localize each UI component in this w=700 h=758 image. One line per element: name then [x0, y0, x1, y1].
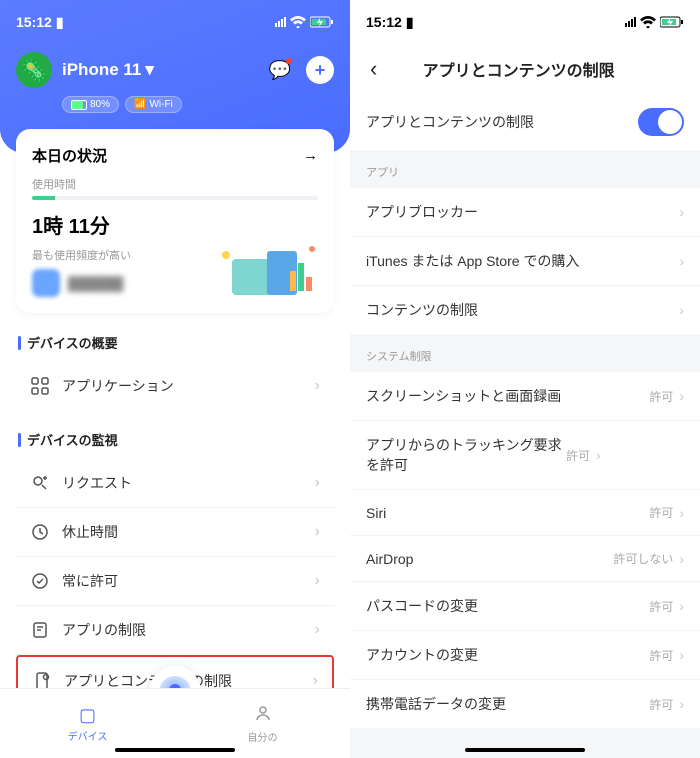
request-icon — [30, 473, 50, 493]
status-bar: 15:12 ▮ — [16, 0, 334, 44]
row-content-restrict[interactable]: コンテンツの制限 › — [350, 286, 700, 334]
apps-grid-icon — [30, 376, 50, 396]
status-time: 15:12 — [366, 14, 402, 30]
signal-icon — [625, 17, 636, 27]
device-row: 🦠 iPhone 11 ▾ 💬 + — [16, 52, 334, 88]
row-app-limits[interactable]: アプリの制限 › — [16, 606, 334, 655]
chevron-right-icon: › — [679, 302, 684, 318]
status-time: 15:12 — [16, 14, 52, 30]
row-airdrop[interactable]: AirDrop 許可しない › — [350, 536, 700, 582]
signal-icon — [275, 17, 286, 27]
row-passcode[interactable]: パスコードの変更 許可 › — [350, 582, 700, 631]
chevron-right-icon: › — [679, 647, 684, 663]
chevron-down-icon: ▾ — [145, 60, 154, 80]
chat-button[interactable]: 💬 — [266, 56, 294, 84]
notification-dot — [286, 58, 292, 64]
row-siri[interactable]: Siri 許可 › — [350, 490, 700, 536]
row-applications[interactable]: アプリケーション › — [16, 362, 334, 410]
notif-icon: ▮ — [406, 14, 414, 31]
chevron-right-icon: › — [315, 474, 320, 492]
row-app-blocker[interactable]: アプリブロッカー › — [350, 188, 700, 237]
clock-icon — [30, 522, 50, 542]
arrow-right-icon: → — [303, 147, 318, 164]
top-app-name: ██████ — [68, 276, 123, 291]
row-downtime[interactable]: 休止時間 › — [16, 508, 334, 557]
battery-icon — [310, 16, 334, 28]
row-always-allow[interactable]: 常に許可 › — [16, 557, 334, 606]
device-avatar[interactable]: 🦠 — [16, 52, 52, 88]
wifi-icon — [640, 16, 656, 28]
hourglass-icon — [30, 620, 50, 640]
battery-icon — [660, 16, 684, 28]
right-phone: 15:12 ▮ ‹ アプリとコンテンツの制限 アプリとコンテンツの制限 アプリ … — [350, 0, 700, 758]
chevron-right-icon: › — [679, 204, 684, 220]
chevron-right-icon: › — [679, 696, 684, 712]
home-indicator — [465, 748, 585, 752]
chevron-right-icon: › — [315, 572, 320, 590]
usage-time: 1時 11分 — [32, 210, 318, 239]
wifi-badge: 📶 Wi-Fi — [125, 96, 182, 113]
chevron-right-icon: › — [679, 388, 684, 404]
chevron-right-icon: › — [679, 505, 684, 521]
top-app-icon — [32, 269, 60, 297]
chevron-right-icon: › — [315, 621, 320, 639]
allow-icon — [30, 571, 50, 591]
wifi-icon — [290, 16, 306, 28]
usage-label: 使用時間 — [32, 176, 318, 192]
master-toggle[interactable] — [638, 108, 684, 136]
chevron-right-icon: › — [679, 598, 684, 614]
chevron-right-icon: › — [315, 377, 320, 395]
usage-progress — [32, 196, 318, 200]
section-monitor: デバイスの監視 — [0, 410, 350, 459]
notif-icon: ▮ — [56, 14, 64, 31]
row-tracking[interactable]: アプリからのトラッキング要求を許可 許可 › — [350, 421, 700, 490]
status-bar: 15:12 ▮ — [350, 0, 700, 44]
row-itunes[interactable]: iTunes または App Store での購入 › — [350, 237, 700, 286]
status-badges: 80% 📶 Wi-Fi — [62, 96, 334, 113]
chevron-right-icon: › — [679, 253, 684, 269]
section-system: システム制限 — [350, 334, 700, 372]
home-indicator — [115, 748, 235, 752]
device-name-dropdown[interactable]: iPhone 11 ▾ — [62, 60, 154, 80]
add-button[interactable]: + — [306, 56, 334, 84]
row-cellular[interactable]: 携帯電話データの変更 許可 › — [350, 680, 700, 728]
today-title: 本日の状況 — [32, 145, 107, 166]
row-screenshot[interactable]: スクリーンショットと画面録画 許可 › — [350, 372, 700, 421]
left-phone: 15:12 ▮ 🦠 iPhone 11 ▾ 💬 + 80% 📶 Wi-Fi 本日… — [0, 0, 350, 758]
section-apps: アプリ — [350, 150, 700, 188]
chevron-right-icon: › — [596, 447, 601, 463]
row-account[interactable]: アカウントの変更 許可 › — [350, 631, 700, 680]
battery-badge: 80% — [62, 96, 119, 113]
page-title: アプリとコンテンツの制限 — [350, 57, 688, 81]
row-master-toggle[interactable]: アプリとコンテンツの制限 — [350, 94, 700, 150]
chevron-right-icon: › — [679, 551, 684, 567]
illustration — [212, 241, 322, 301]
chevron-right-icon: › — [315, 523, 320, 541]
today-card[interactable]: 本日の状況 → 使用時間 1時 11分 最も使用頻度が高い ██████ — [16, 129, 334, 313]
person-icon — [254, 704, 272, 727]
device-icon: ▢ — [79, 705, 96, 726]
section-overview: デバイスの概要 — [0, 313, 350, 362]
row-request[interactable]: リクエスト › — [16, 459, 334, 508]
nav-bar: ‹ アプリとコンテンツの制限 — [350, 44, 700, 94]
